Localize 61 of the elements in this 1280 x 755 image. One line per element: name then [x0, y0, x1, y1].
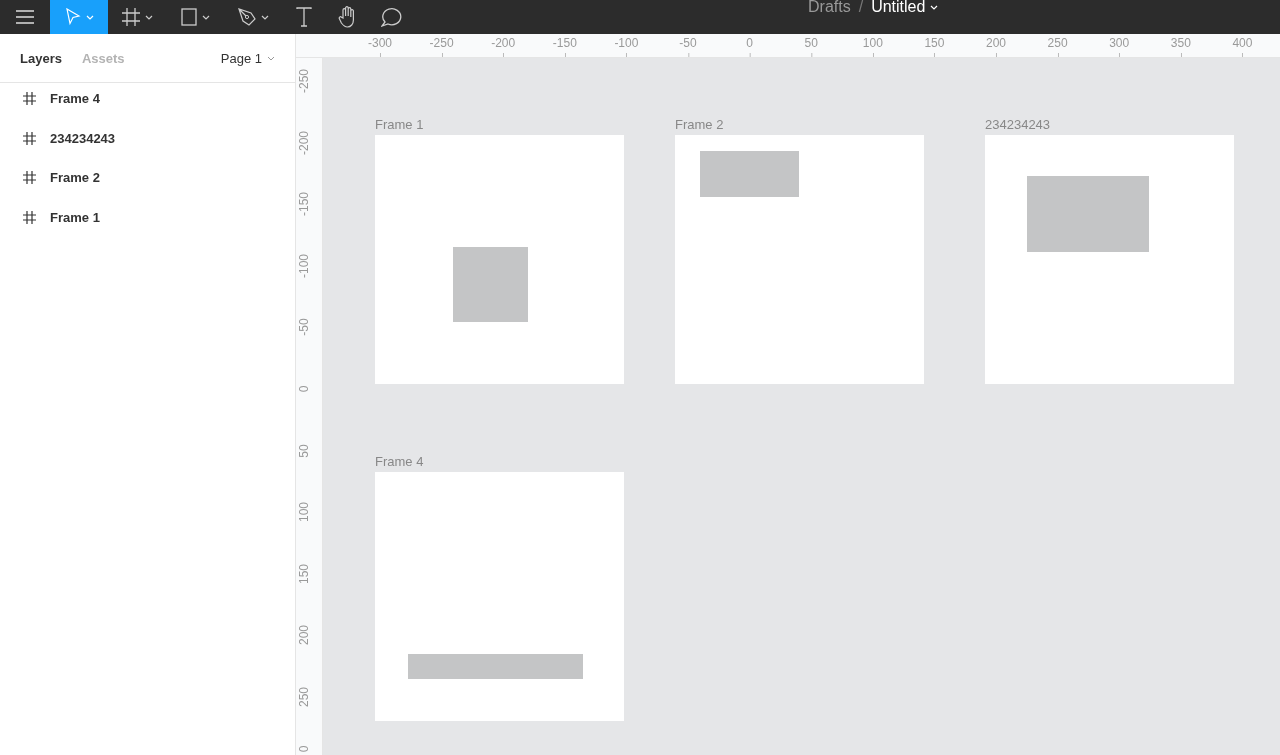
- ruler-label: 100: [297, 502, 311, 523]
- file-name-dropdown[interactable]: Untitled: [871, 0, 939, 16]
- caret-icon: [267, 55, 275, 61]
- caret-icon: [930, 4, 939, 10]
- frame[interactable]: [375, 472, 624, 721]
- caret-icon: [260, 14, 269, 20]
- ruler-label: 0: [746, 36, 753, 56]
- pen-icon: [237, 8, 256, 26]
- hash-icon: [23, 92, 36, 106]
- ruler-label: 50: [804, 36, 818, 56]
- ruler-label: -100: [297, 253, 311, 278]
- cursor-icon: [64, 8, 81, 26]
- ruler-label: -250: [297, 69, 311, 93]
- ruler-label: 250: [1047, 36, 1068, 56]
- ruler-label: -50: [297, 318, 311, 337]
- layer-item[interactable]: Frame 2: [0, 158, 295, 198]
- ruler-label: 0: [297, 385, 311, 393]
- hash-icon: [23, 131, 36, 145]
- ruler-label: 50: [297, 443, 311, 458]
- rectangle-shape[interactable]: [700, 151, 799, 197]
- ruler-label: -300: [368, 36, 392, 56]
- layer-item[interactable]: Frame 4: [0, 79, 295, 119]
- frame[interactable]: [375, 135, 624, 384]
- caret-icon: [85, 14, 94, 20]
- ruler-label: 250: [297, 687, 311, 707]
- breadcrumb-separator: /: [858, 0, 864, 16]
- ruler-label: 200: [297, 625, 311, 646]
- menu-icon: [16, 10, 34, 24]
- hash-icon: [23, 210, 36, 224]
- rectangle-icon: [180, 8, 197, 26]
- hash-icon: [23, 171, 36, 185]
- caret-icon: [144, 14, 153, 20]
- ruler-label: 100: [862, 36, 883, 56]
- rectangle-shape[interactable]: [453, 247, 528, 322]
- layer-item[interactable]: Frame 1: [0, 197, 295, 237]
- ruler-label: -150: [552, 36, 577, 56]
- ruler-label: -200: [297, 130, 311, 155]
- ruler-label: 0: [297, 745, 311, 753]
- ruler-label: 300: [1109, 36, 1130, 56]
- ruler-label: 400: [1232, 36, 1253, 56]
- text-tool-icon: [296, 7, 312, 27]
- ruler-label: -150: [297, 192, 311, 217]
- ruler-label: 200: [986, 36, 1006, 56]
- panel-tab[interactable]: Layers: [20, 50, 80, 66]
- rectangle-shape[interactable]: [1027, 176, 1149, 252]
- page-dropdown[interactable]: Page 1: [220, 50, 275, 66]
- caret-icon: [201, 14, 210, 20]
- ruler-label: -50: [679, 36, 697, 56]
- rectangle-shape[interactable]: [408, 654, 583, 679]
- ruler-label: -100: [614, 36, 639, 56]
- folder-link[interactable]: Drafts: [808, 0, 851, 16]
- ruler-label: 350: [1170, 36, 1191, 56]
- comment-icon: [381, 7, 403, 27]
- frame[interactable]: [985, 135, 1234, 384]
- frame[interactable]: [675, 135, 924, 384]
- ruler-label: -200: [491, 36, 516, 56]
- ruler-label: 150: [297, 563, 311, 584]
- layer-item[interactable]: 234234243: [0, 118, 295, 158]
- hash-icon: [121, 8, 140, 26]
- ruler-label: 150: [924, 36, 945, 56]
- ruler-label: -250: [429, 36, 454, 56]
